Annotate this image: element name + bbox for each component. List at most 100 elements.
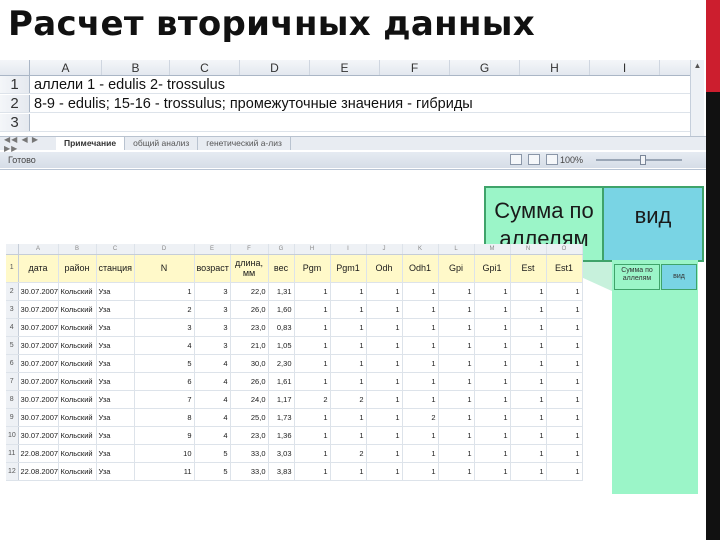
row-number[interactable]: 2 (6, 282, 19, 301)
zoom-slider-knob[interactable] (640, 155, 646, 165)
header-cell[interactable]: Pgm (294, 254, 331, 283)
table-cell[interactable]: 1 (366, 354, 403, 373)
table-cell[interactable]: 23,0 (230, 426, 269, 445)
table-cell[interactable]: 1 (366, 444, 403, 463)
table-cell[interactable]: 1 (402, 444, 439, 463)
table-cell[interactable]: 1 (510, 336, 547, 355)
table-cell[interactable]: 1 (546, 426, 583, 445)
table-cell[interactable]: 24,0 (230, 390, 269, 409)
table-cell[interactable]: 22.08.2007 (18, 444, 59, 463)
table-cell[interactable]: 1 (510, 300, 547, 319)
table-cell[interactable]: 1,61 (268, 372, 295, 391)
table-cell[interactable]: 1 (366, 408, 403, 427)
table-cell[interactable]: 1 (546, 444, 583, 463)
table-cell[interactable]: 2 (134, 300, 195, 319)
table-cell[interactable]: 1 (294, 462, 331, 481)
table-cell[interactable]: 1 (546, 282, 583, 301)
table-cell[interactable]: 1 (510, 372, 547, 391)
table-cell[interactable]: 1 (510, 462, 547, 481)
table-cell[interactable]: 1 (546, 336, 583, 355)
table-cell[interactable]: 1 (366, 390, 403, 409)
table-cell[interactable]: 1 (546, 372, 583, 391)
table-cell[interactable]: Кольский (58, 462, 97, 481)
table-cell[interactable]: 33,0 (230, 444, 269, 463)
table-cell[interactable]: 22.08.2007 (18, 462, 59, 481)
table-cell[interactable]: 8 (134, 408, 195, 427)
table-cell[interactable]: 4 (194, 426, 231, 445)
col-header[interactable]: B (102, 60, 170, 75)
table-cell[interactable]: 30.07.2007 (18, 282, 59, 301)
table-cell[interactable]: 1 (366, 282, 403, 301)
row-number[interactable]: 2 (0, 95, 30, 112)
table-cell[interactable]: 30.07.2007 (18, 408, 59, 427)
table-cell[interactable]: 30.07.2007 (18, 354, 59, 373)
table-cell[interactable]: 4 (194, 372, 231, 391)
col-header[interactable]: E (310, 60, 380, 75)
table-cell[interactable]: Уза (96, 318, 135, 337)
table-cell[interactable]: 1 (474, 318, 511, 337)
table-cell[interactable]: 1 (294, 408, 331, 427)
table-cell[interactable]: Уза (96, 336, 135, 355)
row-number[interactable]: 9 (6, 408, 19, 427)
table-cell[interactable]: 3 (194, 300, 231, 319)
zoom-slider[interactable] (596, 159, 682, 161)
vertical-scrollbar[interactable]: ▲ (690, 60, 704, 136)
table-cell[interactable]: 30.07.2007 (18, 426, 59, 445)
table-cell[interactable]: 7 (134, 390, 195, 409)
table-cell[interactable]: Кольский (58, 426, 97, 445)
table-cell[interactable]: 1 (366, 462, 403, 481)
table-cell[interactable]: 1 (402, 390, 439, 409)
table-cell[interactable]: 1 (438, 462, 475, 481)
table-cell[interactable]: 2 (294, 390, 331, 409)
table-cell[interactable]: 1 (402, 336, 439, 355)
row-number[interactable]: 11 (6, 444, 19, 463)
species-header-cell[interactable]: вид (661, 264, 697, 290)
table-cell[interactable]: 1 (510, 390, 547, 409)
table-cell[interactable]: 30.07.2007 (18, 318, 59, 337)
table-cell[interactable]: 3,03 (268, 444, 295, 463)
table-cell[interactable]: 1 (330, 354, 367, 373)
table-cell[interactable]: 33,0 (230, 462, 269, 481)
table-cell[interactable]: 1 (438, 444, 475, 463)
table-cell[interactable]: 30.07.2007 (18, 300, 59, 319)
row-number[interactable]: 10 (6, 426, 19, 445)
table-cell[interactable]: 1 (474, 426, 511, 445)
header-cell[interactable]: вес (268, 254, 295, 283)
table-cell[interactable]: 25,0 (230, 408, 269, 427)
table-cell[interactable]: Кольский (58, 372, 97, 391)
table-cell[interactable]: Уза (96, 390, 135, 409)
table-cell[interactable]: 1 (330, 426, 367, 445)
table-cell[interactable]: 5 (194, 444, 231, 463)
column-letter[interactable]: K (402, 244, 439, 255)
column-letter[interactable]: N (510, 244, 547, 255)
table-cell[interactable]: 23,0 (230, 318, 269, 337)
table-cell[interactable]: 6 (134, 372, 195, 391)
table-cell[interactable]: 1 (294, 282, 331, 301)
table-cell[interactable]: 1 (474, 462, 511, 481)
table-cell[interactable]: 1 (294, 426, 331, 445)
header-cell[interactable]: Gpi1 (474, 254, 511, 283)
table-cell[interactable]: 26,0 (230, 372, 269, 391)
table-cell[interactable]: 1 (294, 300, 331, 319)
header-cell[interactable]: длина, мм (230, 254, 269, 283)
table-cell[interactable]: 10 (134, 444, 195, 463)
row-number[interactable]: 3 (6, 300, 19, 319)
tab-obshchiy-analiz[interactable]: общий анализ (125, 137, 199, 150)
table-cell[interactable]: Кольский (58, 318, 97, 337)
table-cell[interactable]: 1 (546, 408, 583, 427)
table-cell[interactable]: 1 (366, 336, 403, 355)
table-cell[interactable]: 21,0 (230, 336, 269, 355)
column-letter[interactable]: L (438, 244, 475, 255)
table-cell[interactable]: 1 (474, 354, 511, 373)
table-cell[interactable]: 1,05 (268, 336, 295, 355)
column-letter[interactable]: M (474, 244, 511, 255)
table-cell[interactable]: 1 (402, 426, 439, 445)
table-cell[interactable]: 1 (474, 300, 511, 319)
header-cell[interactable]: Odh (366, 254, 403, 283)
table-cell[interactable]: 1 (546, 462, 583, 481)
table-cell[interactable]: 1 (438, 282, 475, 301)
col-header[interactable]: D (240, 60, 310, 75)
column-letter[interactable]: I (330, 244, 367, 255)
table-cell[interactable]: Уза (96, 372, 135, 391)
table-cell[interactable]: Кольский (58, 408, 97, 427)
